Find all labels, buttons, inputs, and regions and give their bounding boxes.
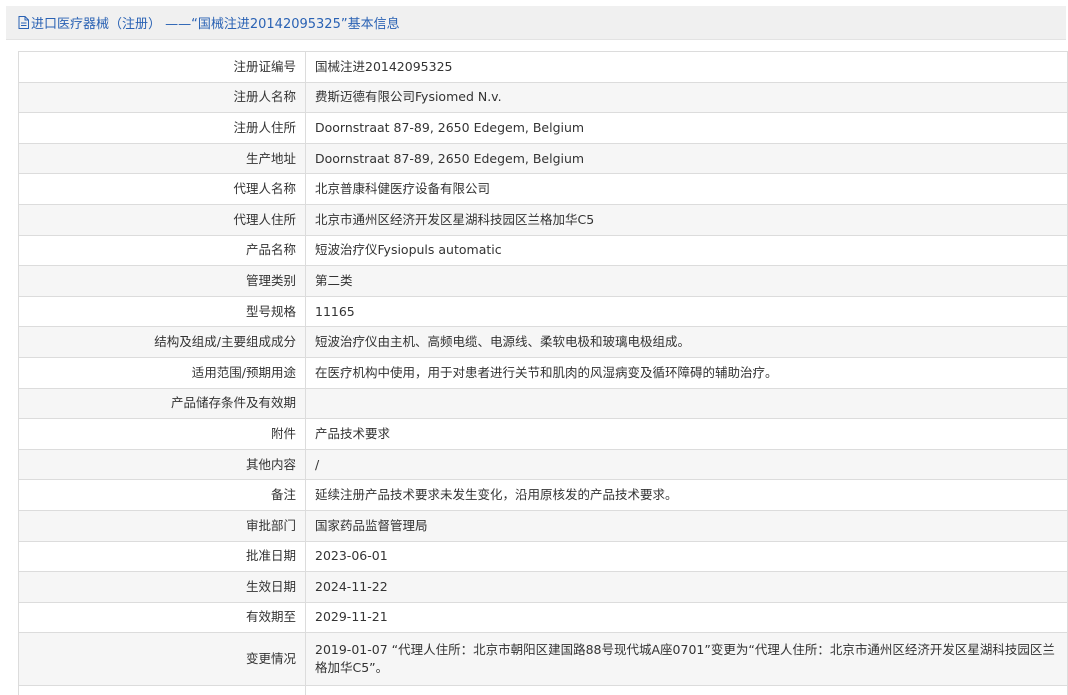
field-label: 其他内容 [18,448,306,481]
table-row: 附件 产品技术要求 [18,418,1068,450]
field-value: 2023-06-01 [305,540,1068,573]
field-label: 有效期至 [18,601,306,634]
field-value: 11165 [305,295,1068,328]
field-label: 注册人住所 [18,112,306,144]
table-row [18,685,1068,695]
field-value: 北京普康科健医疗设备有限公司 [305,173,1068,205]
table-row: 审批部门 国家药品监督管理局 [18,509,1068,542]
table-row: 生效日期 2024-11-22 [18,571,1068,603]
table-row: 管理类别 第二类 [18,265,1068,297]
field-label: 结构及组成/主要组成成分 [18,326,306,358]
field-value: Doornstraat 87-89, 2650 Edegem, Belgium [305,112,1068,144]
field-label [18,685,306,695]
table-row: 适用范围/预期用途 在医疗机构中使用，用于对患者进行关节和肌肉的风湿病变及循环障碍… [18,356,1068,389]
field-value [305,387,1068,420]
field-label: 代理人住所 [18,203,306,236]
page: 进口医疗器械（注册） ——“国械注进20142095325”基本信息 注册证编号… [0,0,1068,695]
field-value: 2029-11-21 [305,601,1068,634]
field-value: 国家药品监督管理局 [305,509,1068,542]
field-label: 生产地址 [18,142,306,175]
table-row: 注册人住所 Doornstraat 87-89, 2650 Edegem, Bel… [18,112,1068,144]
table-row: 生产地址 Doornstraat 87-89, 2650 Edegem, Belg… [18,142,1068,175]
field-label: 生效日期 [18,571,306,603]
field-label: 产品储存条件及有效期 [18,387,306,420]
info-table: 注册证编号 国械注进20142095325 注册人名称 费斯迈德有限公司Fysiome… [18,51,1068,695]
field-value: 第二类 [305,265,1068,297]
field-value: Doornstraat 87-89, 2650 Edegem, Belgium [305,142,1068,175]
field-label: 注册证编号 [18,51,306,83]
field-label: 型号规格 [18,295,306,328]
field-value: 国械注进20142095325 [305,51,1068,83]
field-label: 变更情况 [18,632,306,687]
field-label: 批准日期 [18,540,306,573]
field-label: 代理人名称 [18,173,306,205]
field-value [305,685,1068,695]
field-label: 产品名称 [18,234,306,267]
document-icon [18,16,29,29]
table-row: 代理人住所 北京市通州区经济开发区星湖科技园区兰格加华C5 [18,203,1068,236]
table-row: 注册证编号 国械注进20142095325 [18,51,1068,83]
table-row: 产品储存条件及有效期 [18,387,1068,420]
field-value: 短波治疗仪Fysiopuls automatic [305,234,1068,267]
field-value: 在医疗机构中使用，用于对患者进行关节和肌肉的风湿病变及循环障碍的辅助治疗。 [305,356,1068,389]
page-title: 进口医疗器械（注册） ——“国械注进20142095325”基本信息 [31,17,400,32]
field-label: 备注 [18,479,306,511]
field-label: 注册人名称 [18,81,306,114]
field-value: 2024-11-22 [305,571,1068,603]
field-value: 短波治疗仪由主机、高频电缆、电源线、柔软电极和玻璃电极组成。 [305,326,1068,358]
field-value: / [305,448,1068,481]
table-row: 代理人名称 北京普康科健医疗设备有限公司 [18,173,1068,205]
field-label: 审批部门 [18,509,306,542]
page-header: 进口医疗器械（注册） ——“国械注进20142095325”基本信息 [6,6,1066,40]
table-row: 有效期至 2029-11-21 [18,601,1068,634]
table-row: 型号规格 11165 [18,295,1068,328]
field-value: 费斯迈德有限公司Fysiomed N.v. [305,81,1068,114]
field-label: 适用范围/预期用途 [18,356,306,389]
table-row: 变更情况 2019-01-07 “代理人住所：北京市朝阳区建国路88号现代城A座0… [18,632,1068,687]
field-value: 2019-01-07 “代理人住所：北京市朝阳区建国路88号现代城A座0701”… [305,632,1068,687]
field-label: 管理类别 [18,265,306,297]
table-row: 批准日期 2023-06-01 [18,540,1068,573]
table-row: 产品名称 短波治疗仪Fysiopuls automatic [18,234,1068,267]
field-value: 产品技术要求 [305,418,1068,450]
table-row: 其他内容 / [18,448,1068,481]
table-row: 结构及组成/主要组成成分 短波治疗仪由主机、高频电缆、电源线、柔软电极和玻璃电极组… [18,326,1068,358]
field-value: 北京市通州区经济开发区星湖科技园区兰格加华C5 [305,203,1068,236]
info-table-body: 注册证编号 国械注进20142095325 注册人名称 费斯迈德有限公司Fysiome… [18,51,1068,695]
field-value: 延续注册产品技术要求未发生变化，沿用原核发的产品技术要求。 [305,479,1068,511]
table-row: 注册人名称 费斯迈德有限公司Fysiomed N.v. [18,81,1068,114]
field-label: 附件 [18,418,306,450]
table-row: 备注 延续注册产品技术要求未发生变化，沿用原核发的产品技术要求。 [18,479,1068,511]
